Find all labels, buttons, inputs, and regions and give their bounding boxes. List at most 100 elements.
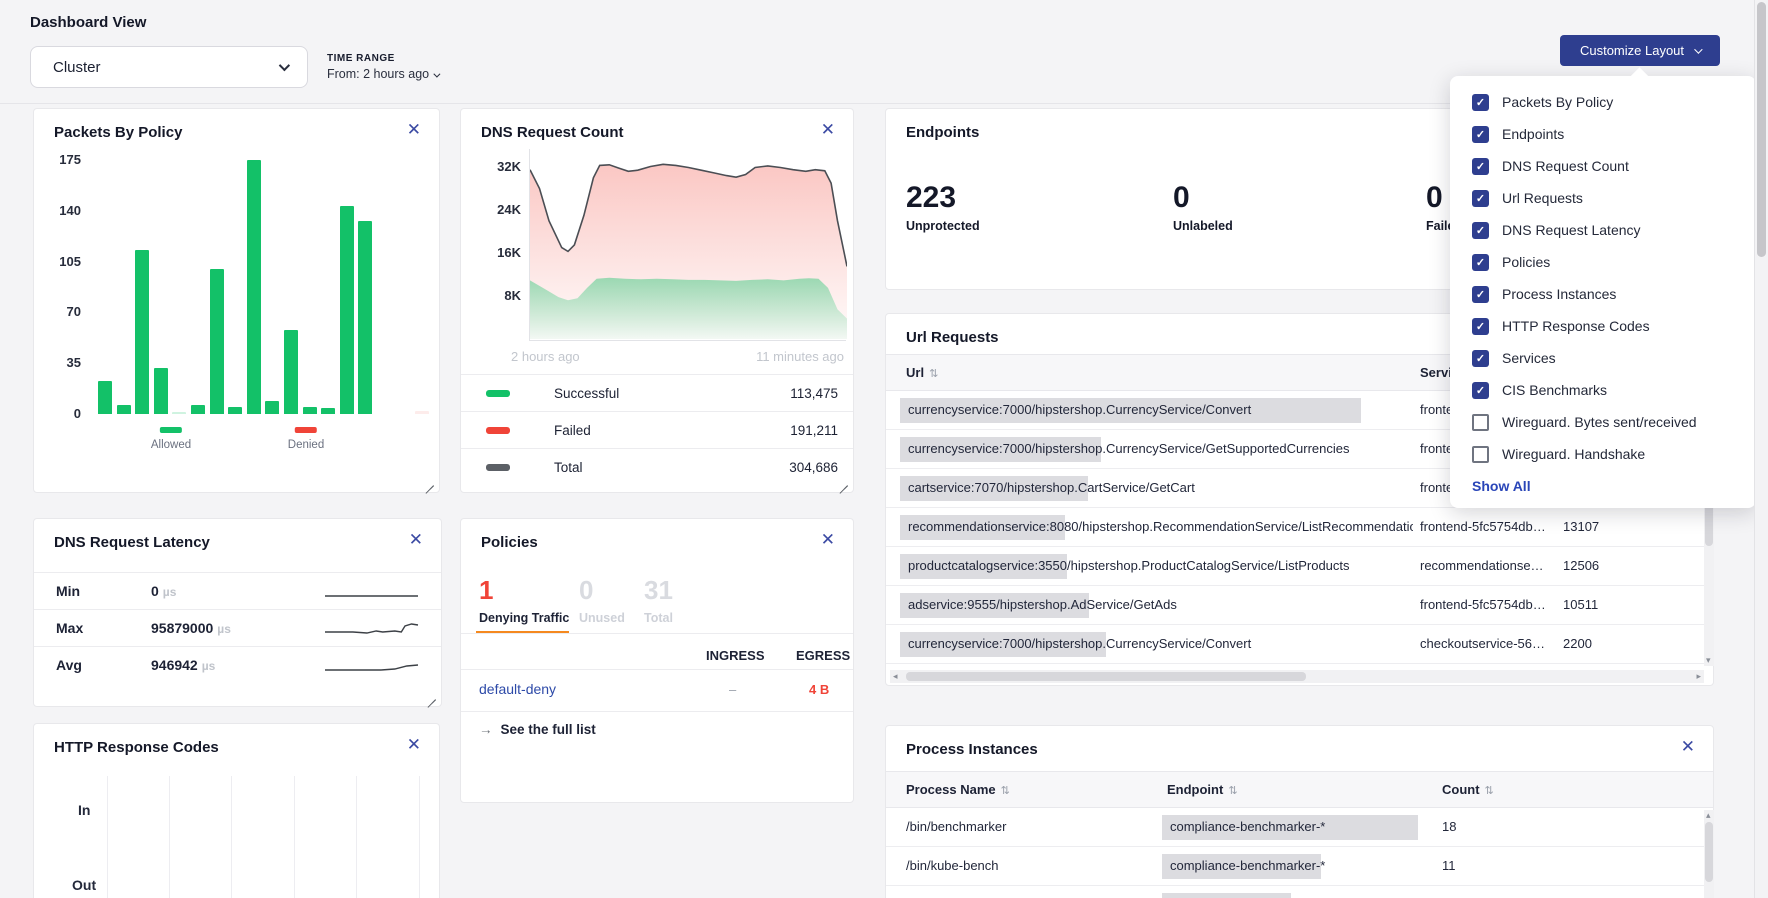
page-scrollbar[interactable] [1754, 0, 1768, 898]
legend-swatch [486, 427, 510, 434]
checkbox-checked-icon[interactable]: ✓ [1472, 254, 1489, 271]
policy-tab-label[interactable]: Unused [579, 611, 625, 625]
column-header-url[interactable]: Url⇅ [906, 365, 938, 380]
time-range-value[interactable]: From: 2 hours ago [327, 67, 438, 81]
resize-handle-icon[interactable] [838, 477, 848, 487]
x-axis-end-label: 11 minutes ago [756, 349, 844, 364]
checkbox-checked-icon[interactable]: ✓ [1472, 222, 1489, 239]
menu-item-wireguard-handshake[interactable]: Wireguard. Handshake [1472, 438, 1734, 470]
table-row[interactable]: currencyservice:7000/hipstershop.Currenc… [886, 625, 1713, 664]
legend-row-successful: Successful113,475 [461, 374, 853, 411]
customize-menu-items: ✓Packets By Policy✓Endpoints✓DNS Request… [1472, 86, 1734, 470]
panel-title: Policies [481, 534, 538, 551]
view-selector-dropdown[interactable]: Cluster [30, 46, 308, 88]
tabs-divider [461, 633, 853, 634]
bar [284, 330, 298, 414]
scrollbar-thumb[interactable] [1757, 2, 1766, 257]
url-cell: recommendationservice:8080/hipstershop.R… [908, 519, 1413, 534]
close-icon[interactable]: ✕ [409, 531, 423, 548]
panel-title: Process Instances [906, 741, 1038, 758]
scroll-right-icon[interactable]: ▸ [1696, 672, 1701, 681]
close-icon[interactable]: ✕ [821, 531, 835, 548]
stat-value: 223 [906, 181, 980, 215]
resize-handle-icon[interactable] [426, 691, 436, 701]
url-cell: currencyservice:7000/hipstershop.Currenc… [908, 636, 1413, 651]
scroll-down-icon[interactable]: ▾ [1706, 656, 1711, 665]
policy-tab-value-unused[interactable]: 0 [579, 575, 593, 606]
checkbox-checked-icon[interactable]: ✓ [1472, 126, 1489, 143]
column-header-ingress[interactable]: INGRESS [706, 648, 765, 663]
gridline [294, 776, 295, 898]
panel-policies: Policies ✕ 1 Denying Traffic 0 Unused 31 Tota… [460, 518, 854, 803]
close-icon[interactable]: ✕ [821, 121, 835, 138]
y-axis-tick: 70 [47, 304, 81, 319]
panel-title: DNS Request Latency [54, 534, 210, 551]
table-row[interactable]: recommendationservice:8080/hipstershop.R… [886, 508, 1713, 547]
gridline [169, 776, 170, 898]
horizontal-scrollbar[interactable]: ◂ ▸ [890, 670, 1704, 683]
checkbox-unchecked-icon[interactable] [1472, 446, 1489, 463]
checkbox-checked-icon[interactable]: ✓ [1472, 350, 1489, 367]
panel-http-response-codes: HTTP Response Codes ✕ InOut [33, 723, 440, 898]
resize-handle-icon[interactable] [424, 477, 434, 487]
table-row[interactable]: productcatalogservice:3550/hipstershop.P… [886, 547, 1713, 586]
scroll-left-icon[interactable]: ◂ [893, 672, 898, 681]
close-icon[interactable]: ✕ [407, 121, 421, 138]
menu-item-policies[interactable]: ✓Policies [1472, 246, 1734, 278]
checkbox-checked-icon[interactable]: ✓ [1472, 158, 1489, 175]
scroll-up-icon[interactable]: ▴ [1706, 811, 1711, 820]
menu-item-http-response-codes[interactable]: ✓HTTP Response Codes [1472, 310, 1734, 342]
chevron-down-icon [279, 60, 290, 71]
menu-item-url-requests[interactable]: ✓Url Requests [1472, 182, 1734, 214]
menu-item-packets-by-policy[interactable]: ✓ Packets By Policy [1472, 86, 1734, 118]
stat-label: Unprotected [906, 219, 980, 233]
scrollbar-thumb[interactable] [906, 672, 1306, 681]
service-cell: frontend-5fc5754db… [1420, 519, 1558, 534]
checkbox-checked-icon[interactable]: ✓ [1472, 286, 1489, 303]
checkbox-checked-icon[interactable]: ✓ [1472, 382, 1489, 399]
count-cell: 11 [1442, 858, 1456, 873]
scrollbar-thumb[interactable] [1705, 822, 1713, 882]
customize-layout-button[interactable]: Customize Layout [1560, 35, 1720, 66]
vertical-scrollbar[interactable]: ▴ [1704, 810, 1714, 898]
policy-link-default-deny[interactable]: default-deny [479, 681, 556, 697]
menu-item-process-instances[interactable]: ✓Process Instances [1472, 278, 1734, 310]
show-all-link[interactable]: Show All [1472, 478, 1734, 494]
menu-item-label: Packets By Policy [1502, 94, 1613, 110]
menu-item-cis-benchmarks[interactable]: ✓CIS Benchmarks [1472, 374, 1734, 406]
page-title: Dashboard View [30, 14, 146, 31]
policy-tab-value-denying-traffic[interactable]: 1 [479, 575, 493, 606]
menu-item-endpoints[interactable]: ✓Endpoints [1472, 118, 1734, 150]
table-row[interactable]: /bin/benchmarkercompliance-benchmarker-*… [886, 808, 1713, 847]
close-icon[interactable]: ✕ [1681, 738, 1695, 755]
table-row[interactable]: benchmarkercompliance-benchmarker-*9 [886, 886, 1713, 898]
policy-tab-value-total[interactable]: 31 [644, 575, 673, 606]
table-row[interactable]: /bin/kube-benchcompliance-benchmarker-*1… [886, 847, 1713, 886]
menu-item-label: Wireguard. Handshake [1502, 446, 1645, 462]
close-icon[interactable]: ✕ [407, 736, 421, 753]
menu-item-dns-request-count[interactable]: ✓DNS Request Count [1472, 150, 1734, 182]
legend-label: Total [554, 460, 583, 475]
column-header-endpoint[interactable]: Endpoint⇅ [1167, 782, 1238, 797]
column-header-egress[interactable]: EGRESS [796, 648, 850, 663]
menu-item-label: Services [1502, 350, 1556, 366]
table-row[interactable]: adservice:9555/hipstershop.AdService/Get… [886, 586, 1713, 625]
legend-swatch [486, 464, 510, 471]
panel-title: DNS Request Count [481, 124, 624, 141]
menu-item-dns-request-latency[interactable]: ✓DNS Request Latency [1472, 214, 1734, 246]
checkbox-checked-icon[interactable]: ✓ [1472, 318, 1489, 335]
policy-tab-label[interactable]: Total [644, 611, 673, 625]
checkbox-checked-icon[interactable]: ✓ [1472, 94, 1489, 111]
latency-sparkline [324, 620, 420, 638]
column-header-count[interactable]: Count⇅ [1442, 782, 1494, 797]
count-cell: 18 [1442, 819, 1456, 834]
checkbox-checked-icon[interactable]: ✓ [1472, 190, 1489, 207]
checkbox-unchecked-icon[interactable] [1472, 414, 1489, 431]
menu-item-services[interactable]: ✓ Services [1472, 342, 1734, 374]
policy-tab-label[interactable]: Denying Traffic [479, 611, 569, 625]
column-header-process-name[interactable]: Process Name⇅ [906, 782, 1010, 797]
menu-item-wireguard-bytes-sent-received[interactable]: Wireguard. Bytes sent/received [1472, 406, 1734, 438]
latency-value: 946942µs [151, 657, 215, 673]
dashboard-page: Dashboard View Cluster TIME RANGE From: … [0, 0, 1768, 898]
see-full-list-link[interactable]: →See the full list [479, 722, 596, 737]
